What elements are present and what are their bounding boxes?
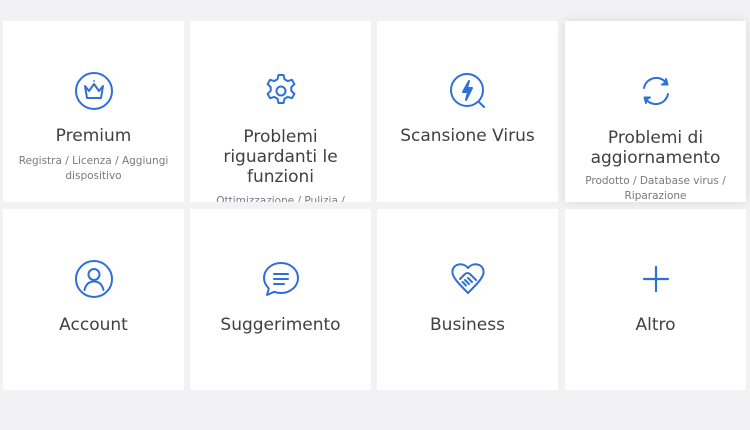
card-subtitle: Prodotto / Database virus / Riparazione — [585, 175, 726, 202]
user-icon — [74, 259, 114, 299]
card-title: Premium — [55, 126, 132, 146]
card-update-problems[interactable]: Problemi di aggiornamento Prodotto / Dat… — [565, 21, 746, 202]
card-function-problems[interactable]: Problemi riguardanti le funzioni Ottimiz… — [190, 21, 371, 202]
card-title: Problemi riguardanti le funzioni — [223, 127, 338, 187]
card-title: Business — [430, 315, 505, 335]
handshake-icon — [448, 259, 488, 299]
card-premium[interactable]: Premium Registra / Licenza / Aggiungi di… — [3, 21, 184, 202]
card-business[interactable]: Business — [377, 209, 558, 390]
card-subtitle: Registra / Licenza / Aggiungi dispositiv… — [18, 155, 169, 182]
card-title: Account — [59, 315, 128, 335]
gear-icon — [261, 71, 301, 111]
card-title: Problemi di aggiornamento — [590, 128, 721, 168]
refresh-icon — [636, 71, 676, 111]
card-other[interactable]: Altro — [565, 209, 746, 390]
card-suggestion[interactable]: Suggerimento — [190, 209, 371, 390]
card-virus-scan[interactable]: Scansione Virus — [377, 21, 558, 202]
crown-icon — [74, 71, 114, 111]
card-account[interactable]: Account — [3, 209, 184, 390]
card-title: Altro — [635, 315, 676, 335]
card-title: Scansione Virus — [400, 126, 535, 146]
lightning-scan-icon — [448, 71, 488, 111]
chat-icon — [261, 259, 301, 299]
card-subtitle: Ottimizzazione / Pulizia / — [216, 195, 345, 202]
plus-icon — [636, 259, 676, 299]
card-title: Suggerimento — [220, 315, 341, 335]
